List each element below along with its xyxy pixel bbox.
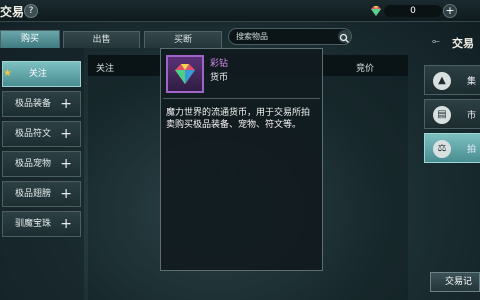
nav-label: 拍 bbox=[467, 145, 477, 155]
diamond-icon bbox=[371, 6, 381, 16]
item-type: 货币 bbox=[210, 73, 229, 83]
back-arrow-icon[interactable]: ⟜ bbox=[432, 36, 440, 47]
category-equipment[interactable]: 极品装备 + bbox=[2, 91, 81, 117]
column-bid: 竞价 bbox=[356, 64, 375, 74]
category-runes[interactable]: 极品符文 + bbox=[2, 121, 81, 147]
category-follow[interactable]: ★ 关注 bbox=[2, 61, 81, 87]
item-description: 魔力世界的流通货币，用于交易所拍卖购买极品装备、宠物、符文等。 bbox=[166, 108, 311, 130]
page-title: 交易 bbox=[0, 5, 25, 19]
category-orbs[interactable]: 驯魔宝珠 + bbox=[2, 211, 81, 237]
category-label: 极品装备 bbox=[15, 99, 52, 109]
shop-icon: ▲ bbox=[433, 72, 451, 90]
tab-buy[interactable]: 购买 bbox=[0, 30, 60, 48]
category-wings[interactable]: 极品翅膀 + bbox=[2, 181, 81, 207]
market-icon: ▤ bbox=[433, 106, 451, 124]
tab-sell[interactable]: 出售 bbox=[63, 31, 140, 48]
divider bbox=[163, 98, 320, 99]
category-label: 关注 bbox=[29, 69, 48, 79]
tab-buyout[interactable]: 买断 bbox=[144, 31, 222, 48]
expand-icon: + bbox=[60, 126, 72, 142]
star-icon: ★ bbox=[3, 68, 12, 79]
category-label: 极品宠物 bbox=[15, 159, 52, 169]
item-name: 彩钻 bbox=[210, 59, 229, 69]
add-currency-button[interactable]: + bbox=[443, 4, 457, 18]
expand-icon: + bbox=[60, 186, 72, 202]
currency-amount: 0 bbox=[384, 5, 442, 17]
nav-market-button[interactable]: ▤ 市 bbox=[424, 99, 480, 129]
category-label: 极品翅膀 bbox=[15, 189, 52, 199]
expand-icon: + bbox=[60, 216, 72, 232]
category-pets[interactable]: 极品宠物 + bbox=[2, 151, 81, 177]
scale-icon: ⚖ bbox=[433, 140, 451, 158]
search-placeholder: 搜索物品 bbox=[236, 32, 268, 41]
expand-icon: + bbox=[60, 96, 72, 112]
trade-records-button[interactable]: 交易记 bbox=[430, 272, 480, 292]
diamond-icon bbox=[175, 64, 195, 84]
expand-icon: + bbox=[60, 156, 72, 172]
category-label: 驯魔宝珠 bbox=[15, 219, 52, 229]
search-icon[interactable] bbox=[338, 30, 351, 43]
nav-label: 集 bbox=[467, 77, 477, 87]
help-button[interactable]: ? bbox=[24, 4, 38, 18]
right-panel-title: 交易 bbox=[452, 37, 474, 50]
nav-gather-button[interactable]: ▲ 集 bbox=[424, 65, 480, 95]
nav-label: 市 bbox=[467, 111, 477, 121]
nav-auction-button[interactable]: ⚖ 拍 bbox=[424, 133, 480, 163]
column-follow: 关注 bbox=[96, 64, 115, 74]
category-label: 极品符文 bbox=[15, 129, 52, 139]
